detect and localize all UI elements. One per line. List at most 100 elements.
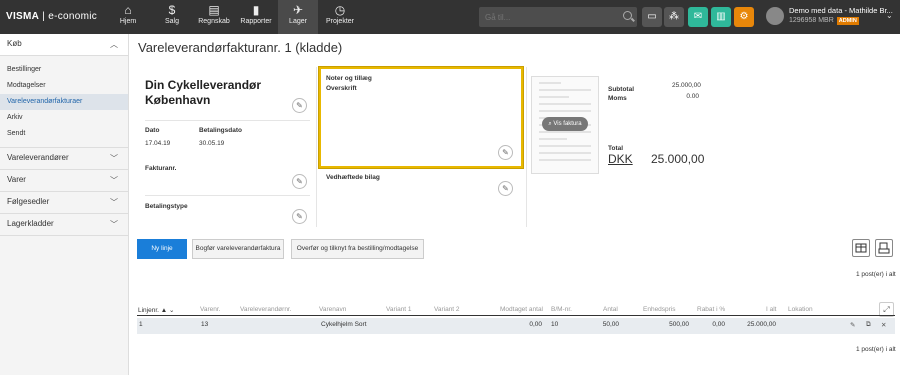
- subtotal-label: Subtotal: [608, 86, 634, 93]
- col-antal[interactable]: Antal: [603, 306, 618, 313]
- inbox-icon[interactable]: ▭: [642, 7, 662, 27]
- betalingsdato-value[interactable]: 30.05.19: [199, 140, 224, 147]
- attachments-label: Vedhæftede bilag: [326, 174, 380, 181]
- box-icon: ✈: [292, 3, 304, 17]
- nav-lager[interactable]: ✈ Lager: [278, 0, 318, 34]
- edit-notes-pencil-icon[interactable]: ✎: [498, 145, 513, 160]
- col-variant1[interactable]: Variant 1: [386, 306, 412, 313]
- top-bar: VISMA | e-conomic ⌂ Hjem $ Salg ▤ Regnskab …: [0, 0, 900, 34]
- sort-icon: ⌄: [169, 307, 175, 314]
- copy-row-icon[interactable]: ⧉: [866, 321, 871, 329]
- dollar-icon: $: [168, 3, 176, 17]
- col-variant2[interactable]: Variant 2: [434, 306, 460, 313]
- search-icon[interactable]: [623, 11, 632, 20]
- sidebar-item-sendt[interactable]: Sendt: [0, 126, 128, 142]
- col-varenr[interactable]: Varenr.: [200, 306, 220, 313]
- notes-label: Noter og tillæg: [326, 75, 372, 82]
- cell-antal[interactable]: 50,00: [599, 321, 619, 328]
- currency-link[interactable]: DKK: [608, 152, 633, 166]
- cell-linjenr[interactable]: 1: [139, 321, 143, 328]
- apps-icon[interactable]: ⁂: [664, 7, 684, 27]
- sidebar-section-vareleverandorer[interactable]: Vareleverandører ﹀: [0, 148, 128, 170]
- col-enhedspris[interactable]: Enhedspris: [643, 306, 676, 313]
- edit-betalingstype-pencil-icon[interactable]: ✎: [292, 209, 307, 224]
- sidebar-section-lagerkladder[interactable]: Lagerkladder ﹀: [0, 214, 128, 236]
- main-content: Vareleverandørfakturanr. 1 (kladde) Din …: [129, 34, 900, 375]
- new-line-button[interactable]: Ny linje: [137, 239, 187, 259]
- notes-panel[interactable]: [319, 67, 523, 168]
- col-bm-nr[interactable]: B/M-nr.: [551, 306, 572, 313]
- dato-label: Dato: [145, 127, 160, 134]
- user-name[interactable]: Demo med data - Mathilde Br...: [789, 6, 893, 15]
- edit-row-pencil-icon[interactable]: ✎: [850, 321, 855, 329]
- chevron-down-icon: ﹀: [110, 154, 118, 163]
- overskrift-label: Overskrift: [326, 85, 357, 92]
- avatar[interactable]: [766, 7, 784, 25]
- sidebar-section-varer[interactable]: Varer ﹀: [0, 170, 128, 192]
- clock-icon: ◷: [334, 3, 346, 17]
- user-info: 1296958 MBR ADMIN: [789, 17, 859, 25]
- chat-icon[interactable]: ✉: [688, 7, 708, 27]
- table-settings-icon[interactable]: [852, 239, 870, 257]
- print-icon[interactable]: [875, 239, 893, 257]
- col-rabat[interactable]: Rabat i %: [697, 306, 725, 313]
- page-title: Vareleverandørfakturanr. 1 (kladde): [138, 40, 343, 55]
- home-icon: ⌂: [124, 3, 132, 17]
- admin-badge: ADMIN: [836, 17, 859, 25]
- fakturanr-label: Fakturanr.: [145, 165, 177, 172]
- betalingsdato-label: Betalingsdato: [199, 127, 242, 134]
- posts-count-bottom: 1 post(er) i alt: [856, 346, 896, 353]
- search-box[interactable]: [479, 7, 637, 28]
- book-invoice-button[interactable]: Bogfør vareleverandørfaktura: [192, 239, 284, 259]
- cell-bm-nr[interactable]: 10: [551, 321, 558, 328]
- col-lokation[interactable]: Lokation: [788, 306, 813, 313]
- transfer-button[interactable]: Overfør og tilknyt fra bestilling/modtag…: [291, 239, 424, 259]
- chevron-down-icon[interactable]: ⌄: [886, 11, 893, 20]
- table-row[interactable]: [137, 318, 895, 334]
- cell-varenavn[interactable]: Cykelhjelm Sort: [321, 321, 367, 328]
- dato-value[interactable]: 17.04.19: [145, 140, 170, 147]
- moms-value: 0.00: [686, 93, 699, 100]
- delete-row-close-icon[interactable]: ✕: [881, 321, 886, 329]
- search-input[interactable]: [479, 7, 609, 28]
- edit-vendor-pencil-icon[interactable]: ✎: [292, 98, 307, 113]
- edit-fakturanr-pencil-icon[interactable]: ✎: [292, 174, 307, 189]
- vendor-name[interactable]: Din Cykelleverandør København: [145, 78, 261, 108]
- sidebar-section-folgesedler[interactable]: Følgesedler ﹀: [0, 192, 128, 214]
- chevron-down-icon: ﹀: [110, 198, 118, 207]
- col-varenavn[interactable]: Varenavn: [319, 306, 346, 313]
- settings-gear-icon[interactable]: ⚙: [734, 7, 754, 27]
- betalingstype-label: Betalingstype: [145, 203, 188, 210]
- col-vareleverandornr[interactable]: Vareleverandørnr.: [240, 306, 292, 313]
- view-invoice-button[interactable]: ⌕ Vis faktura: [542, 117, 588, 131]
- sidebar-item-arkiv[interactable]: Arkiv: [0, 110, 128, 126]
- nav-hjem[interactable]: ⌂ Hjem: [108, 0, 148, 34]
- cell-enhedspris[interactable]: 500,00: [654, 321, 689, 328]
- invoice-thumbnail[interactable]: ⌕ Vis faktura: [531, 76, 599, 174]
- nav-projekter[interactable]: ◷ Projekter: [320, 0, 360, 34]
- bar-chart-icon: ▮: [252, 3, 260, 17]
- cell-modtaget-antal[interactable]: 0,00: [524, 321, 542, 328]
- sidebar-item-bestillinger[interactable]: Bestillinger: [0, 62, 128, 78]
- moms-label: Moms: [608, 95, 627, 102]
- edit-attachments-pencil-icon[interactable]: ✎: [498, 181, 513, 196]
- nav-rapporter[interactable]: ▮ Rapporter: [236, 0, 276, 34]
- cell-varenr[interactable]: 13: [201, 321, 208, 328]
- nav-salg[interactable]: $ Salg: [152, 0, 192, 34]
- chevron-down-icon: ﹀: [110, 220, 118, 229]
- nav-regnskab[interactable]: ▤ Regnskab: [194, 0, 234, 34]
- chevron-up-icon: ︿: [110, 40, 118, 49]
- cell-i-alt[interactable]: 25.000,00: [741, 321, 776, 328]
- sidebar-item-vareleverandorfakturaer[interactable]: Vareleverandørfakturaer: [0, 94, 128, 110]
- col-linjenr[interactable]: Linjenr. ▲ ⌄: [138, 306, 174, 314]
- sidebar-item-modtagelser[interactable]: Modtagelser: [0, 78, 128, 94]
- sidebar-section-kob[interactable]: Køb ︿: [0, 34, 128, 56]
- chevron-down-icon: ﹀: [110, 176, 118, 185]
- total-value: 25.000,00: [651, 152, 705, 166]
- col-i-alt[interactable]: I alt: [766, 306, 776, 313]
- total-label: Total: [608, 145, 624, 152]
- col-modtaget-antal[interactable]: Modtaget antal: [500, 306, 543, 313]
- visma-logo[interactable]: VISMA | e-conomic: [6, 11, 97, 22]
- cell-rabat[interactable]: 0,00: [707, 321, 725, 328]
- book-icon[interactable]: ▥: [711, 7, 731, 27]
